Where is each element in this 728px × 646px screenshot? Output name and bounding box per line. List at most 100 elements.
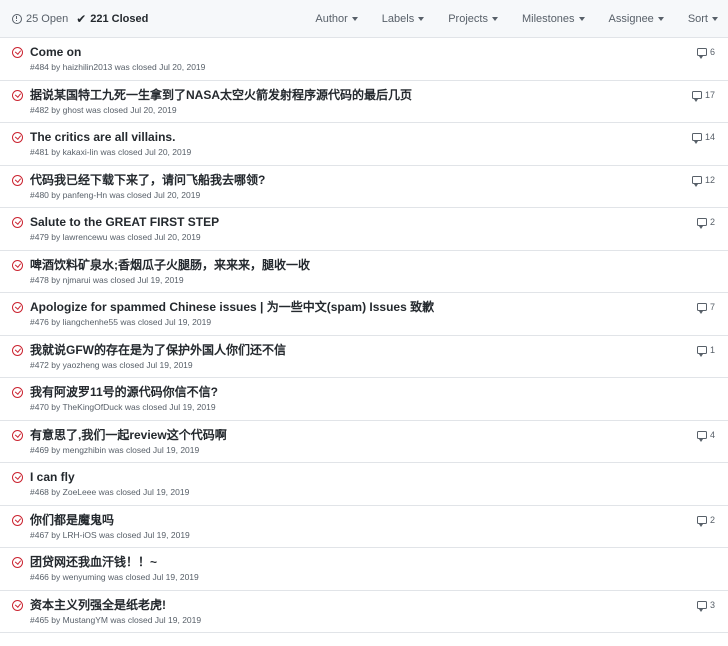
issue-title-link[interactable]: 据说某国特工九死一生拿到了NASA太空火箭发射程序源代码的最后几页	[30, 88, 728, 102]
filter-menus: Author Labels Projects Milestones Assign…	[291, 13, 718, 25]
comments-link[interactable]: 7	[696, 302, 715, 314]
issue-author-link[interactable]: haizhilin2013	[63, 62, 113, 72]
issue-by-label: by	[51, 189, 61, 200]
issue-author-link[interactable]: panfeng-Hn	[63, 190, 107, 200]
issue-title-link[interactable]: 代码我已经下载下来了，请问飞船我去哪领?	[30, 173, 728, 187]
issue-title-link[interactable]: The critics are all villains.	[30, 130, 728, 144]
issue-author-link[interactable]: MustangYM	[63, 615, 108, 625]
comment-count: 2	[709, 217, 715, 227]
issue-closed-status: was closed Jul 19, 2019	[92, 274, 184, 285]
issue-meta: #472 by yaozheng was closed Jul 19, 2019	[30, 360, 728, 371]
issue-title-link[interactable]: 有意思了,我们一起review这个代码啊	[30, 428, 728, 442]
issue-meta: #476 by liangchenhe55 was closed Jul 19,…	[30, 317, 728, 328]
issue-by-label: by	[51, 274, 61, 285]
comments-link[interactable]: 4	[696, 430, 715, 442]
issue-closed-status: was closed Jul 20, 2019	[109, 232, 201, 242]
issue-row: 你们都是魔鬼吗 #467 by LRH-iOS was closed Jul 19…	[0, 506, 728, 548]
issue-title-link[interactable]: 啤酒饮料矿泉水;香烟瓜子火腿肠，来来来，腿收一收	[30, 258, 728, 272]
issue-closed-status: was closed Jul 19, 2019	[108, 444, 200, 455]
issue-row: 代码我已经下载下来了，请问飞船我去哪领? #480 by panfeng-Hn w…	[0, 166, 728, 208]
issue-number: #466	[30, 572, 49, 582]
issue-author-link[interactable]: ZoeLeee	[63, 487, 97, 497]
caret-down-icon	[491, 16, 498, 21]
filter-label: Sort	[687, 12, 708, 25]
issue-closed-icon	[12, 302, 23, 313]
comments-link[interactable]: 3	[696, 600, 715, 612]
issue-title-link[interactable]: 团贷网还我血汗钱！！~	[30, 555, 728, 569]
issue-author-link[interactable]: kakaxi-lin	[63, 147, 98, 157]
issue-author-link[interactable]: lawrencewu	[63, 232, 108, 242]
comments-link[interactable]: 2	[696, 514, 715, 527]
filter-label: Assignee	[608, 12, 654, 25]
comments-link[interactable]: 17	[691, 90, 715, 102]
comments-link[interactable]: 14	[691, 132, 715, 144]
caret-down-icon	[351, 16, 358, 21]
issue-row: 啤酒饮料矿泉水;香烟瓜子火腿肠，来来来，腿收一收 #478 by njmarui …	[0, 251, 728, 293]
issue-closed-icon	[12, 557, 23, 568]
issue-meta: #480 by panfeng-Hn was closed Jul 20, 20…	[30, 190, 728, 201]
issue-title-link[interactable]: I can fly	[30, 470, 728, 484]
comments-link[interactable]: 2	[696, 217, 715, 229]
milestones-filter[interactable]: Milestones	[522, 13, 585, 25]
issue-by-label: by	[51, 487, 61, 497]
issue-row: Salute to the GREAT FIRST STEP #479 by la…	[0, 208, 728, 251]
issue-title-link[interactable]: 你们都是魔鬼吗	[30, 513, 728, 527]
issue-closed-status: was closed Jul 20, 2019	[109, 189, 201, 200]
filter-label: Labels	[381, 12, 415, 25]
issue-closed-status: was closed Jul 19, 2019	[110, 614, 202, 625]
issue-title-link[interactable]: 我就说GFW的存在是为了保护外国人你们还不信	[30, 343, 728, 357]
issue-number: #468	[30, 487, 49, 497]
issues-list: 25 Open ✔ 221 Closed Author Labels Proje…	[0, 0, 728, 646]
issue-closed-status: was closed Jul 19, 2019	[98, 487, 190, 497]
closed-issues-link[interactable]: ✔ 221 Closed	[76, 13, 148, 25]
issue-row: 据说某国特工九死一生拿到了NASA太空火箭发射程序源代码的最后几页 #482 by…	[0, 81, 728, 123]
issue-author-link[interactable]: mengzhibin	[63, 445, 106, 455]
sort-filter[interactable]: Sort	[688, 13, 718, 25]
filter-label: Milestones	[521, 12, 575, 25]
issue-closed-icon	[12, 47, 23, 58]
issue-author-link[interactable]: wenyuming	[63, 572, 106, 582]
issue-author-link[interactable]: liangchenhe55	[63, 317, 118, 327]
comment-icon	[696, 303, 707, 314]
comment-count: 1	[709, 344, 715, 355]
issue-closed-icon	[12, 259, 23, 271]
comments-link[interactable]: 1	[696, 344, 715, 357]
issue-number: #479	[30, 232, 49, 242]
issue-meta: #465 by MustangYM was closed Jul 19, 201…	[30, 615, 728, 626]
issue-title-link[interactable]: 资本主义列强全是纸老虎!	[30, 598, 728, 612]
issue-by-label: by	[51, 402, 61, 412]
issue-closed-status: was closed Jul 20, 2019	[85, 104, 177, 115]
issue-meta: #468 by ZoeLeee was closed Jul 19, 2019	[30, 487, 728, 498]
issue-closed-icon	[12, 174, 23, 186]
comment-count: 2	[709, 514, 715, 525]
closed-count-label: 221 Closed	[90, 12, 149, 25]
issue-row: 资本主义列强全是纸老虎! #465 by MustangYM was closed…	[0, 591, 728, 633]
issue-title-link[interactable]: Come on	[30, 45, 728, 59]
caret-down-icon	[712, 16, 718, 21]
issue-meta: #482 by ghost was closed Jul 20, 2019	[30, 105, 728, 116]
comment-icon	[691, 133, 702, 144]
issue-author-link[interactable]: LRH-iOS	[63, 530, 97, 540]
comments-link[interactable]: 6	[696, 47, 715, 59]
issue-author-link[interactable]: yaozheng	[63, 360, 100, 370]
labels-filter[interactable]: Labels	[381, 12, 425, 25]
issue-author-link[interactable]: TheKingOfDuck	[63, 402, 123, 412]
issue-title-link[interactable]: Apologize for spammed Chinese issues | 为…	[30, 300, 728, 314]
issue-closed-icon	[12, 429, 23, 441]
open-issues-link[interactable]: 25 Open	[12, 13, 68, 25]
assignee-filter[interactable]: Assignee	[609, 13, 664, 25]
comment-count: 14	[704, 132, 715, 142]
projects-filter[interactable]: Projects	[448, 13, 498, 25]
issue-closed-status: was closed Jul 19, 2019	[101, 359, 193, 370]
issue-row: I can fly #468 by ZoeLeee was closed Jul …	[0, 463, 728, 506]
issue-row: Come on #484 by haizhilin2013 was closed …	[0, 38, 728, 81]
issue-author-link[interactable]: njmarui	[63, 275, 91, 285]
issue-author-link[interactable]: ghost	[63, 105, 84, 115]
issue-title-link[interactable]: 我有阿波罗11号的源代码你信不信?	[30, 385, 728, 399]
check-icon: ✔	[76, 11, 87, 26]
issue-closed-status: was closed Jul 20, 2019	[114, 62, 206, 72]
issue-title-link[interactable]: Salute to the GREAT FIRST STEP	[30, 215, 728, 229]
comments-link[interactable]: 12	[691, 175, 715, 187]
author-filter[interactable]: Author	[315, 13, 358, 25]
comment-icon	[691, 90, 702, 102]
